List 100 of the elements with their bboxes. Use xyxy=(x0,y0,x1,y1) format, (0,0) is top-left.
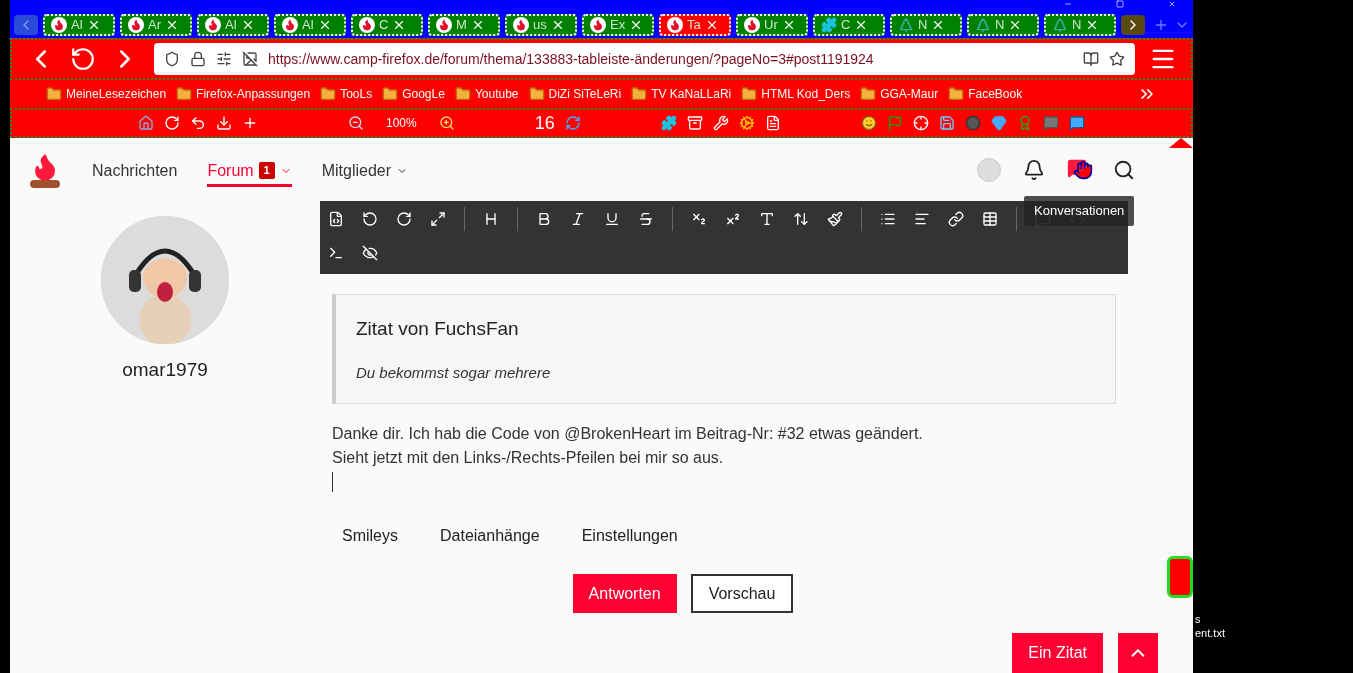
quote-button[interactable]: Ein Zitat xyxy=(1012,633,1103,673)
smiley-icon[interactable] xyxy=(860,115,877,131)
editor-tab[interactable]: Smileys xyxy=(330,518,410,554)
bookmark-star-icon[interactable] xyxy=(1109,51,1125,68)
folder-icon xyxy=(860,86,877,103)
font-icon[interactable] xyxy=(759,211,775,227)
bookmark-item[interactable]: DiZi SiTeLeRi xyxy=(528,85,622,104)
flame-icon xyxy=(744,17,760,33)
reload-icon[interactable] xyxy=(164,115,180,131)
puzzle-icon[interactable] xyxy=(660,115,677,131)
shield-icon[interactable] xyxy=(164,51,180,68)
browser-tab[interactable]: Al xyxy=(274,14,346,36)
reload-icon[interactable] xyxy=(70,46,96,73)
folder-icon xyxy=(320,86,337,103)
desktop-icon-label: ent.txt xyxy=(1195,626,1226,640)
bookmark-item[interactable]: TooLs xyxy=(320,85,373,104)
browser-tab[interactable]: N xyxy=(967,14,1039,36)
bold-icon[interactable] xyxy=(536,211,552,227)
source-code-icon[interactable] xyxy=(328,211,344,227)
archive-icon[interactable] xyxy=(686,115,703,131)
balls-icon[interactable] xyxy=(964,115,981,131)
tab-title: Ex xyxy=(610,16,626,35)
superscript-icon[interactable] xyxy=(725,211,741,227)
brush-icon[interactable] xyxy=(827,211,843,227)
nav-link[interactable]: Nachrichten xyxy=(92,153,178,187)
zoom-level[interactable]: 100% xyxy=(374,114,429,132)
close-icon[interactable] xyxy=(165,18,179,32)
gear-icon[interactable] xyxy=(738,115,755,131)
bookmark-item[interactable]: FaceBook xyxy=(948,85,1023,104)
zoom-in-icon[interactable] xyxy=(438,115,455,131)
browser-tab[interactable]: Al xyxy=(43,14,115,36)
browser-tab[interactable]: Ta xyxy=(659,14,731,36)
browser-tab[interactable]: Al xyxy=(197,14,269,36)
tools-icon[interactable] xyxy=(712,115,729,131)
submit-button[interactable]: Antworten xyxy=(572,574,677,613)
document-icon[interactable] xyxy=(764,115,781,131)
zoom-out-icon[interactable] xyxy=(348,115,364,131)
browser-tab[interactable]: N xyxy=(1044,14,1116,36)
browser-tab[interactable]: Ar xyxy=(120,14,192,36)
terminal-icon[interactable] xyxy=(328,245,344,261)
table-icon[interactable] xyxy=(982,211,998,227)
tree-icon xyxy=(975,17,991,33)
chat-icon[interactable] xyxy=(1068,115,1085,131)
author-name: omar1979 xyxy=(122,358,208,382)
browser-tab[interactable]: us xyxy=(505,14,577,36)
bookmark-item[interactable]: Firefox-Anpassungen xyxy=(176,85,311,104)
subscript-icon[interactable] xyxy=(691,211,707,227)
plus-icon[interactable] xyxy=(242,115,258,131)
permissions-icon[interactable] xyxy=(216,51,232,68)
search-icon[interactable] xyxy=(1113,159,1135,181)
nav-link[interactable]: Mitglieder xyxy=(321,153,409,187)
bell-icon[interactable] xyxy=(1023,159,1045,181)
browser-tab[interactable]: Ex xyxy=(582,14,654,36)
pointer-hand-icon[interactable] xyxy=(1067,158,1091,182)
lock-icon[interactable] xyxy=(190,51,206,68)
download-icon[interactable] xyxy=(216,115,232,131)
maximize-icon[interactable] xyxy=(1115,0,1125,8)
list-icon[interactable] xyxy=(880,211,896,227)
crosshair-icon[interactable] xyxy=(912,115,929,131)
editor-tab[interactable]: Einstellungen xyxy=(569,518,690,554)
editor-tab[interactable]: Dateianhänge xyxy=(428,518,552,554)
bookmark-item[interactable]: MeineLesezeichen xyxy=(46,85,167,104)
bookmark-item[interactable]: GGA-Maur xyxy=(860,85,939,104)
browser-tab[interactable]: Ur xyxy=(736,14,808,36)
tab-title: C xyxy=(841,16,851,35)
tab-title: Ar xyxy=(148,16,161,35)
underline-icon[interactable] xyxy=(604,211,620,227)
align-left-icon[interactable] xyxy=(914,211,930,227)
spoiler-icon[interactable] xyxy=(362,245,378,261)
nav-link[interactable]: Forum 1 xyxy=(207,153,292,187)
font-size-icon[interactable] xyxy=(793,211,809,227)
bookmark-item[interactable]: Youtube xyxy=(454,85,519,104)
tab-title: M xyxy=(456,16,467,35)
tab-count[interactable]: 16 xyxy=(534,109,555,137)
browser-tab[interactable]: N xyxy=(890,14,962,36)
strikethrough-icon[interactable] xyxy=(638,211,654,227)
italic-icon[interactable] xyxy=(570,211,586,227)
redo-icon[interactable] xyxy=(396,211,412,227)
bookmark-item[interactable]: HTML Kod_Ders xyxy=(741,85,851,104)
browser-tab[interactable]: C xyxy=(351,14,423,36)
bookmark-item[interactable]: GoogLe xyxy=(382,85,445,104)
tab-title: N xyxy=(1072,16,1082,35)
preview-button[interactable]: Vorschau xyxy=(690,574,794,613)
reader-view-icon[interactable] xyxy=(1083,51,1099,68)
folder-icon xyxy=(382,86,399,103)
floating-widget[interactable] xyxy=(1167,556,1193,598)
bookmark-item[interactable]: TV KaNaLLaRi xyxy=(631,85,732,104)
heading-icon[interactable] xyxy=(483,211,499,227)
folder-icon xyxy=(741,86,758,103)
link-icon[interactable] xyxy=(948,211,964,227)
fullscreen-icon[interactable] xyxy=(430,211,446,227)
browser-tab[interactable]: M xyxy=(428,14,500,36)
browser-tab[interactable]: C xyxy=(813,14,885,36)
scroll-right-button[interactable] xyxy=(1121,15,1145,35)
undo-icon[interactable] xyxy=(362,211,378,227)
tab-title: N xyxy=(995,16,1005,35)
blocked-media-icon[interactable] xyxy=(242,51,258,68)
address-bar[interactable]: https://www.camp-firefox.de/forum/thema/133883-tableiste-änderungen/?pageNo=3#post1191924 xyxy=(154,43,1135,76)
tree-icon xyxy=(1052,17,1068,33)
site-logo[interactable] xyxy=(28,152,62,188)
